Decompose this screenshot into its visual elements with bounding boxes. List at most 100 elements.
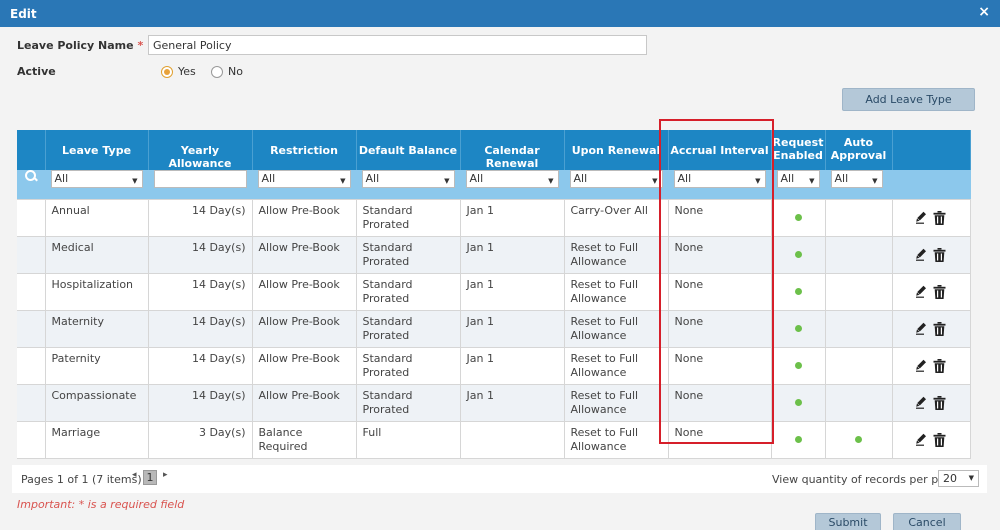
delete-trash-icon[interactable] — [933, 395, 946, 410]
cell-restriction: Allow Pre-Book — [252, 273, 357, 311]
cell-upon-renewal: Reset to Full Allowance — [564, 273, 669, 311]
close-icon[interactable]: × — [978, 4, 990, 20]
filter-accrual-interval[interactable]: All — [673, 170, 766, 188]
edit-pencil-icon[interactable] — [916, 396, 927, 409]
policy-name-input[interactable] — [148, 35, 647, 55]
delete-trash-icon[interactable] — [933, 321, 946, 336]
header-accrual-interval[interactable]: Accrual Interval — [668, 130, 772, 170]
search-icon[interactable] — [24, 170, 37, 182]
cell-yearly-allowance: 14 Day(s) — [148, 310, 253, 348]
dialog-title: Edit — [10, 7, 37, 21]
cell-restriction: Allow Pre-Book — [252, 199, 357, 237]
active-yes-radio[interactable]: Yes — [161, 65, 196, 78]
add-leave-type-button[interactable]: Add Leave Type — [842, 88, 975, 111]
filter-request-enabled[interactable]: All — [776, 170, 820, 188]
cell-request-enabled — [771, 236, 826, 274]
cell-calendar-renewal: Jan 1 — [460, 236, 565, 274]
header-yearly-allowance[interactable]: Yearly Allowance — [148, 130, 253, 170]
cell-leave-type: Medical — [45, 236, 149, 274]
table-row[interactable]: Paternity 14 Day(s) Allow Pre-Book Standard… — [17, 347, 971, 385]
header-auto-approval[interactable]: Auto Approval — [825, 130, 893, 170]
header-request-enabled[interactable]: Request Enabled — [771, 130, 826, 170]
policy-name-label: Leave Policy Name * — [17, 39, 143, 52]
cell-auto-approval — [825, 310, 893, 348]
cell-auto-approval — [825, 273, 893, 311]
cell-calendar-renewal — [460, 421, 565, 459]
filter-calendar-renewal[interactable]: All — [465, 170, 559, 188]
filter-restriction[interactable]: All — [257, 170, 351, 188]
cell-actions — [892, 347, 971, 385]
enabled-dot-icon — [794, 361, 802, 369]
edit-pencil-icon[interactable] — [916, 433, 927, 446]
row-select-cell — [17, 347, 46, 385]
radio-checked-icon — [161, 65, 173, 78]
enabled-dot-icon — [794, 435, 802, 443]
cell-yearly-allowance: 14 Day(s) — [148, 199, 253, 237]
table-row[interactable]: Compassionate 14 Day(s) Allow Pre-Book Stan… — [17, 384, 971, 422]
enabled-dot-icon — [794, 213, 802, 221]
row-actions — [899, 210, 964, 225]
filter-default-balance[interactable]: All — [361, 170, 455, 188]
edit-pencil-icon[interactable] — [916, 248, 927, 261]
cell-calendar-renewal: Jan 1 — [460, 347, 565, 385]
table-row[interactable]: Annual 14 Day(s) Allow Pre-Book Standard Pr… — [17, 199, 971, 237]
cell-default-balance: Full — [356, 421, 461, 459]
delete-trash-icon[interactable] — [933, 247, 946, 262]
filter-leave-type[interactable]: All — [50, 170, 143, 188]
enabled-dot-icon — [794, 324, 802, 332]
delete-trash-icon[interactable] — [933, 358, 946, 373]
cell-restriction: Allow Pre-Book — [252, 236, 357, 274]
cell-request-enabled — [771, 347, 826, 385]
required-mark: * — [137, 39, 144, 52]
edit-pencil-icon[interactable] — [916, 211, 927, 224]
edit-pencil-icon[interactable] — [916, 285, 927, 298]
prev-page-icon[interactable]: ◂ — [132, 470, 137, 480]
cancel-button[interactable]: Cancel — [893, 513, 961, 530]
header-upon-renewal[interactable]: Upon Renewal — [564, 130, 669, 170]
table-row[interactable]: Marriage 3 Day(s) Balance Required Full Rese… — [17, 421, 971, 459]
no-label: No — [228, 65, 243, 78]
cell-actions — [892, 236, 971, 274]
filter-cell: All — [356, 170, 461, 200]
header-default-balance[interactable]: Default Balance — [356, 130, 461, 170]
filter-upon-renewal[interactable]: All — [569, 170, 663, 188]
cell-auto-approval — [825, 199, 893, 237]
delete-trash-icon[interactable] — [933, 284, 946, 299]
cell-default-balance: Standard Prorated — [356, 236, 461, 274]
cell-leave-type: Marriage — [45, 421, 149, 459]
next-page-icon[interactable]: ▸ — [163, 470, 168, 480]
table-row[interactable]: Hospitalization 14 Day(s) Allow Pre-Book St… — [17, 273, 971, 311]
filter-search-cell — [17, 170, 46, 200]
required-note: Important: * is a required field — [17, 498, 185, 511]
delete-trash-icon[interactable] — [933, 210, 946, 225]
header-calendar-renewal[interactable]: Calendar Renewal — [460, 130, 565, 170]
filter-yearly-allowance[interactable] — [153, 170, 247, 188]
leave-type-grid: Leave Type Yearly Allowance Restriction … — [17, 130, 971, 459]
filter-row: All All All All All All All All — [17, 170, 971, 200]
row-select-cell — [17, 384, 46, 422]
filter-cell: All — [564, 170, 669, 200]
header-leave-type[interactable]: Leave Type — [45, 130, 149, 170]
cell-actions — [892, 384, 971, 422]
cell-calendar-renewal: Jan 1 — [460, 310, 565, 348]
cell-accrual-interval: None — [668, 273, 772, 311]
header-restriction[interactable]: Restriction — [252, 130, 357, 170]
cell-actions — [892, 199, 971, 237]
cell-accrual-interval: None — [668, 384, 772, 422]
table-row[interactable]: Medical 14 Day(s) Allow Pre-Book Standard P… — [17, 236, 971, 274]
per-page-select[interactable]: 20 — [938, 470, 979, 487]
filter-auto-approval[interactable]: All — [830, 170, 883, 188]
cell-auto-approval — [825, 421, 893, 459]
table-row[interactable]: Maternity 14 Day(s) Allow Pre-Book Standard… — [17, 310, 971, 348]
page-number-button[interactable]: 1 — [143, 470, 157, 485]
enabled-dot-icon — [794, 398, 802, 406]
header-actions — [892, 130, 971, 170]
edit-pencil-icon[interactable] — [916, 322, 927, 335]
active-no-radio[interactable]: No — [211, 65, 243, 78]
enabled-dot-icon — [855, 435, 862, 443]
edit-pencil-icon[interactable] — [916, 359, 927, 372]
cell-yearly-allowance: 14 Day(s) — [148, 236, 253, 274]
submit-button[interactable]: Submit — [815, 513, 881, 530]
delete-trash-icon[interactable] — [933, 432, 946, 447]
cell-yearly-allowance: 3 Day(s) — [148, 421, 253, 459]
